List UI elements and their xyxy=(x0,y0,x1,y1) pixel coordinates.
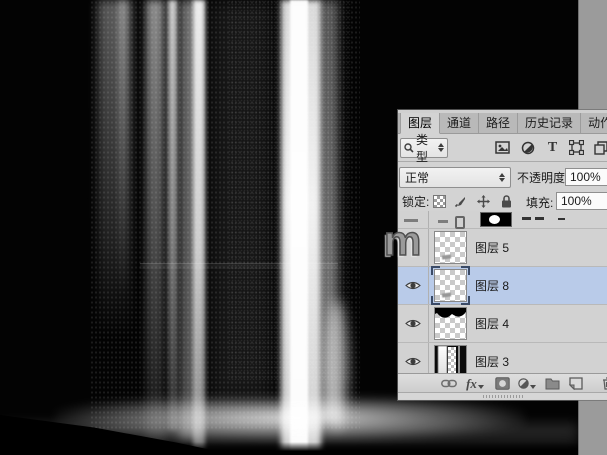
tab-paths[interactable]: 路径 xyxy=(479,113,518,133)
layer-row-5[interactable]: 图层 5 xyxy=(398,229,607,267)
layer-mask-thumbnail[interactable] xyxy=(480,212,512,227)
watermark-m: m xyxy=(384,220,421,262)
clipped-label-fragment xyxy=(558,218,565,220)
tab-channels[interactable]: 通道 xyxy=(440,113,479,133)
delete-layer-icon[interactable] xyxy=(599,375,607,392)
blend-mode-value: 正常 xyxy=(405,169,429,186)
layer-filter-row: 类型 T xyxy=(398,134,607,162)
lock-pixels-icon[interactable] xyxy=(453,195,467,208)
shape-layer-filter-icon[interactable] xyxy=(568,139,585,156)
link-layers-icon[interactable] xyxy=(440,375,458,392)
active-thumb-corner xyxy=(431,296,440,305)
panel-resize-strip[interactable] xyxy=(398,392,607,399)
opacity-value: 100% xyxy=(570,170,601,184)
active-thumb-corner xyxy=(461,296,470,305)
layer-list: 图层 5 图层 8 图层 4 xyxy=(398,211,607,373)
new-layer-icon[interactable] xyxy=(567,375,585,392)
active-thumb-corner xyxy=(461,266,470,275)
lock-label: 锁定: xyxy=(402,193,429,210)
adjustment-layer-filter-icon[interactable] xyxy=(519,139,536,156)
filter-kind-label: 类型 xyxy=(416,131,438,165)
new-adjustment-layer-icon[interactable] xyxy=(518,375,536,392)
panel-bottom-toolbar: fx xyxy=(398,373,607,392)
spray-noise xyxy=(228,0,352,380)
opacity-input[interactable]: 100% xyxy=(565,168,607,186)
layer-name: 图层 4 xyxy=(475,315,509,332)
visibility-toggle[interactable] xyxy=(398,267,429,304)
blend-mode-row: 正常 不透明度: 100% xyxy=(398,162,607,192)
tab-actions[interactable]: 动作 xyxy=(581,113,607,133)
clipped-thumbnail-fragment xyxy=(438,220,448,223)
eye-icon xyxy=(405,280,421,291)
fill-label: 填充: xyxy=(526,194,553,211)
layer-row-4[interactable]: 图层 4 xyxy=(398,305,607,343)
layer-thumbnail[interactable] xyxy=(434,307,467,340)
fill-input[interactable]: 100% xyxy=(556,192,607,210)
resize-grip-icon[interactable] xyxy=(483,395,523,398)
eye-icon xyxy=(405,318,421,329)
type-layer-filter-icon[interactable]: T xyxy=(544,139,561,156)
layer-row-clipped[interactable] xyxy=(398,211,607,229)
add-layer-mask-icon[interactable] xyxy=(493,375,511,392)
smart-object-filter-icon[interactable] xyxy=(592,139,607,156)
lock-transparency-icon[interactable] xyxy=(433,195,446,208)
layer-name: 图层 8 xyxy=(475,277,509,294)
new-group-icon[interactable] xyxy=(543,375,561,392)
lock-all-icon[interactable] xyxy=(499,195,513,208)
fill-value: 100% xyxy=(561,194,592,208)
lock-position-icon[interactable] xyxy=(476,195,490,208)
select-spinner-icon xyxy=(438,143,444,152)
bottom-shadow xyxy=(0,442,578,455)
clipped-link-fragment xyxy=(455,216,465,229)
opacity-label: 不透明度: xyxy=(517,169,568,186)
clipped-label-fragment xyxy=(535,217,544,220)
lock-row: 锁定: 填充: 100% xyxy=(398,192,607,211)
layer-row-8-selected[interactable]: 图层 8 xyxy=(398,267,607,305)
tab-history[interactable]: 历史记录 xyxy=(518,113,581,133)
select-spinner-icon xyxy=(499,173,505,182)
layer-thumbnail[interactable] xyxy=(434,231,467,264)
eye-icon xyxy=(405,356,421,367)
layers-panel: 图层 通道 路径 历史记录 动作 类型 T 正常 xyxy=(398,110,607,400)
search-icon xyxy=(404,143,414,153)
layer-name: 图层 5 xyxy=(475,239,509,256)
visibility-toggle[interactable] xyxy=(398,305,429,342)
layer-name: 图层 3 xyxy=(475,353,509,370)
pixel-layer-filter-icon[interactable] xyxy=(494,139,511,156)
clipped-label-fragment xyxy=(522,217,531,220)
layer-style-fx-icon[interactable]: fx xyxy=(466,375,484,392)
filter-kind-select[interactable]: 类型 xyxy=(400,138,448,158)
blend-mode-select[interactable]: 正常 xyxy=(399,167,511,188)
active-thumb-corner xyxy=(431,266,440,275)
